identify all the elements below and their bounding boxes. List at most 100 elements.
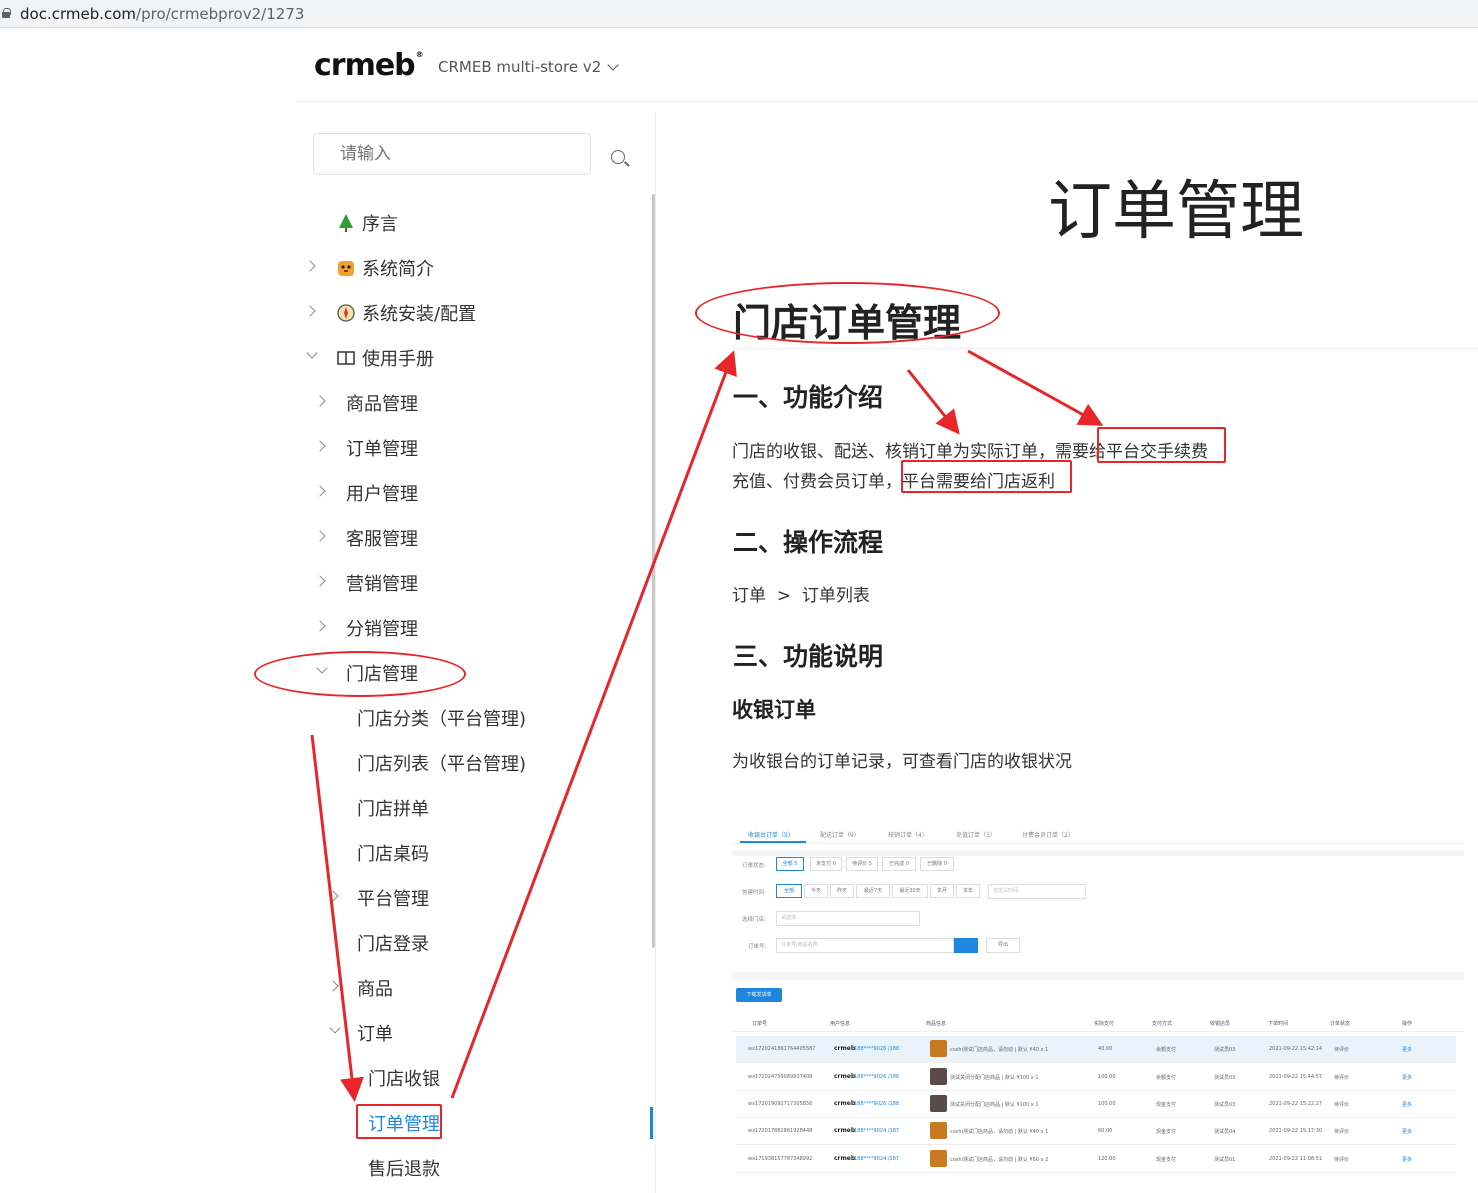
search-button[interactable] — [954, 938, 978, 953]
tab-cashier[interactable]: 收银台订单（5） — [748, 830, 794, 839]
sidebar-item-products[interactable]: 商品 — [357, 975, 393, 1001]
status-all[interactable]: 全部 5 — [776, 857, 804, 871]
sidebar-item-preface[interactable]: 序言 — [336, 210, 398, 236]
cell-status: 待评价 — [1334, 1129, 1350, 1135]
cell-method: 余额支付 — [1156, 1075, 1177, 1081]
tab-delivery[interactable]: 配送订单（9） — [820, 830, 860, 839]
col-user: 用户信息 — [830, 1021, 851, 1027]
product-thumbnail — [930, 1150, 947, 1167]
cell-paid: 100.00 — [1098, 1074, 1116, 1080]
sidebar-item-store-group[interactable]: 门店拼单 — [357, 795, 429, 821]
store-select[interactable]: 请选择 — [776, 911, 920, 926]
sidebar-item-manual[interactable]: 使用手册 — [336, 345, 434, 371]
section2-title: 二、操作流程 — [733, 528, 884, 557]
lock-icon — [2, 8, 11, 18]
cell-user: 188****9026 /188 — [854, 1101, 900, 1107]
table-row[interactable]: wx172017882861928448 crmeb 188****9024 /… — [736, 1118, 1456, 1145]
date-range-input[interactable]: 自定义时间 — [988, 884, 1086, 899]
time-all[interactable]: 全部 — [776, 884, 802, 898]
status-deleted[interactable]: 已删除 0 — [920, 857, 954, 871]
sidebar-item-orders[interactable]: 订单管理 — [346, 435, 418, 461]
annotation-box-order-manage — [356, 1104, 442, 1139]
table-row[interactable]: wx172024759089937408 crmeb 188****9026 /… — [736, 1064, 1456, 1091]
user-avatar: crmeb — [834, 1073, 856, 1080]
table-header: 订单号 用户信息 商品信息 实际支付 支付方式 收银店员 下单时间 订单状态 操… — [732, 1014, 1464, 1032]
user-avatar: crmeb — [834, 1045, 856, 1052]
search-input[interactable] — [313, 133, 591, 175]
cell-time: 2021-09-22 15:42:14 — [1269, 1046, 1323, 1052]
cell-method: 现金支付 — [1156, 1102, 1177, 1108]
compass-icon — [337, 304, 355, 322]
status-done[interactable]: 已完成 0 — [882, 857, 916, 871]
sidebar-item-store-list[interactable]: 门店列表（平台管理) — [357, 750, 526, 776]
subsection-title: 收银订单 — [732, 698, 816, 722]
url-text[interactable]: doc.crmeb.com/pro/crmebprov2/1273 — [20, 5, 304, 23]
section3-title: 三、功能说明 — [733, 642, 884, 671]
tiger-icon — [338, 261, 354, 276]
cell-method: 现金支付 — [1156, 1129, 1177, 1135]
more-link[interactable]: 更多 — [1402, 1046, 1412, 1053]
export-button[interactable]: 导出 — [986, 938, 1020, 953]
col-op: 操作 — [1402, 1021, 1413, 1027]
order-no-label: 订单号: — [748, 944, 767, 950]
product-thumbnail — [930, 1095, 947, 1112]
time-yesterday[interactable]: 昨天 — [830, 884, 854, 898]
tab-verify[interactable]: 核销订单（4） — [888, 830, 928, 839]
cell-paid: 60.00 — [1098, 1128, 1113, 1134]
cell-user: 188****9026 /188 — [854, 1074, 900, 1080]
cell-time: 2021-09-22 15:17:30 — [1269, 1128, 1323, 1134]
tab-member[interactable]: 付费会员订单（2） — [1022, 830, 1074, 839]
time-7days[interactable]: 最近7天 — [856, 884, 890, 898]
sidebar-item-refund[interactable]: 售后退款 — [368, 1155, 440, 1181]
more-link[interactable]: 更多 — [1402, 1128, 1412, 1135]
time-30days[interactable]: 最近30天 — [892, 884, 928, 898]
address-bar[interactable]: doc.crmeb.com/pro/crmebprov2/1273 — [0, 0, 1478, 28]
cell-goods: 测试关闭分配门店商品 | 默认 ¥100 x 1 — [950, 1102, 1039, 1108]
table-row[interactable]: wx1720241861764405587 crmeb 188****9026 … — [736, 1036, 1456, 1063]
download-button[interactable]: 下载发货单 — [736, 988, 782, 1002]
sidebar-item-service[interactable]: 客服管理 — [346, 525, 418, 551]
sidebar-item-goods[interactable]: 商品管理 — [346, 390, 418, 416]
sidebar-item-distribution[interactable]: 分销管理 — [346, 615, 418, 641]
cell-paid: 100.00 — [1098, 1101, 1116, 1107]
time-today[interactable]: 今天 — [804, 884, 828, 898]
sidebar-item-order[interactable]: 订单 — [357, 1020, 393, 1046]
sidebar-item-cashier[interactable]: 门店收银 — [368, 1065, 440, 1091]
status-label: 订单状态: — [742, 863, 766, 869]
more-link[interactable]: 更多 — [1402, 1074, 1412, 1081]
sidebar-item-store-category[interactable]: 门店分类（平台管理) — [357, 705, 526, 731]
sidebar-item-marketing[interactable]: 营销管理 — [346, 570, 418, 596]
cell-order-no: wx172019092717305856 — [748, 1101, 813, 1107]
sidebar-item-store-login[interactable]: 门店登录 — [357, 930, 429, 956]
cell-order-no: wx172024759089937408 — [748, 1074, 813, 1080]
cell-clerk: 测试员03 — [1214, 1075, 1236, 1081]
order-list-screenshot: 收银台订单（5） 配送订单（9） 核销订单（4） 充值订单（3） 付费会员订单（… — [732, 818, 1464, 1178]
time-year[interactable]: 本年 — [956, 884, 980, 898]
annotation-box-rebate — [901, 460, 1072, 493]
time-month[interactable]: 本月 — [930, 884, 954, 898]
cell-user: 188****9026 /188 — [854, 1046, 900, 1052]
section1-title: 一、功能介绍 — [733, 383, 884, 412]
sidebar-item-install[interactable]: 系统安装/配置 — [336, 300, 476, 326]
version-selector[interactable]: CRMEB multi-store v2 — [438, 58, 619, 76]
search-icon[interactable] — [611, 150, 625, 164]
sidebar-item-users[interactable]: 用户管理 — [346, 480, 418, 506]
crmeb-logo[interactable]: crmeb ® — [314, 48, 424, 83]
sidebar-item-intro[interactable]: 系统简介 — [336, 255, 434, 281]
tab-recharge[interactable]: 充值订单（3） — [956, 830, 996, 839]
cell-paid: 120.00 — [1098, 1156, 1116, 1162]
cell-time: 2021-09-22 15:44:57 — [1269, 1074, 1323, 1080]
more-link[interactable]: 更多 — [1402, 1156, 1412, 1163]
sidebar-item-store-table[interactable]: 门店桌码 — [357, 840, 429, 866]
order-search-input[interactable]: 订单号/商品名称 — [776, 938, 954, 953]
sidebar-scrollbar[interactable] — [652, 194, 655, 948]
product-thumbnail — [930, 1040, 947, 1057]
sidebar-item-platform[interactable]: 平台管理 — [357, 885, 429, 911]
table-row[interactable]: wx172019092717305856 crmeb 188****9026 /… — [736, 1091, 1456, 1118]
table-row[interactable]: wx171938157787348992 crmeb 188****9024 /… — [736, 1146, 1456, 1173]
col-method: 支付方式 — [1152, 1021, 1173, 1027]
status-unpaid[interactable]: 未支付 0 — [810, 857, 842, 871]
cell-goods: 测试关闭分配门店商品 | 默认 ¥100 x 1 — [950, 1075, 1039, 1081]
more-link[interactable]: 更多 — [1402, 1101, 1412, 1108]
status-pending[interactable]: 待评价 5 — [846, 857, 878, 871]
